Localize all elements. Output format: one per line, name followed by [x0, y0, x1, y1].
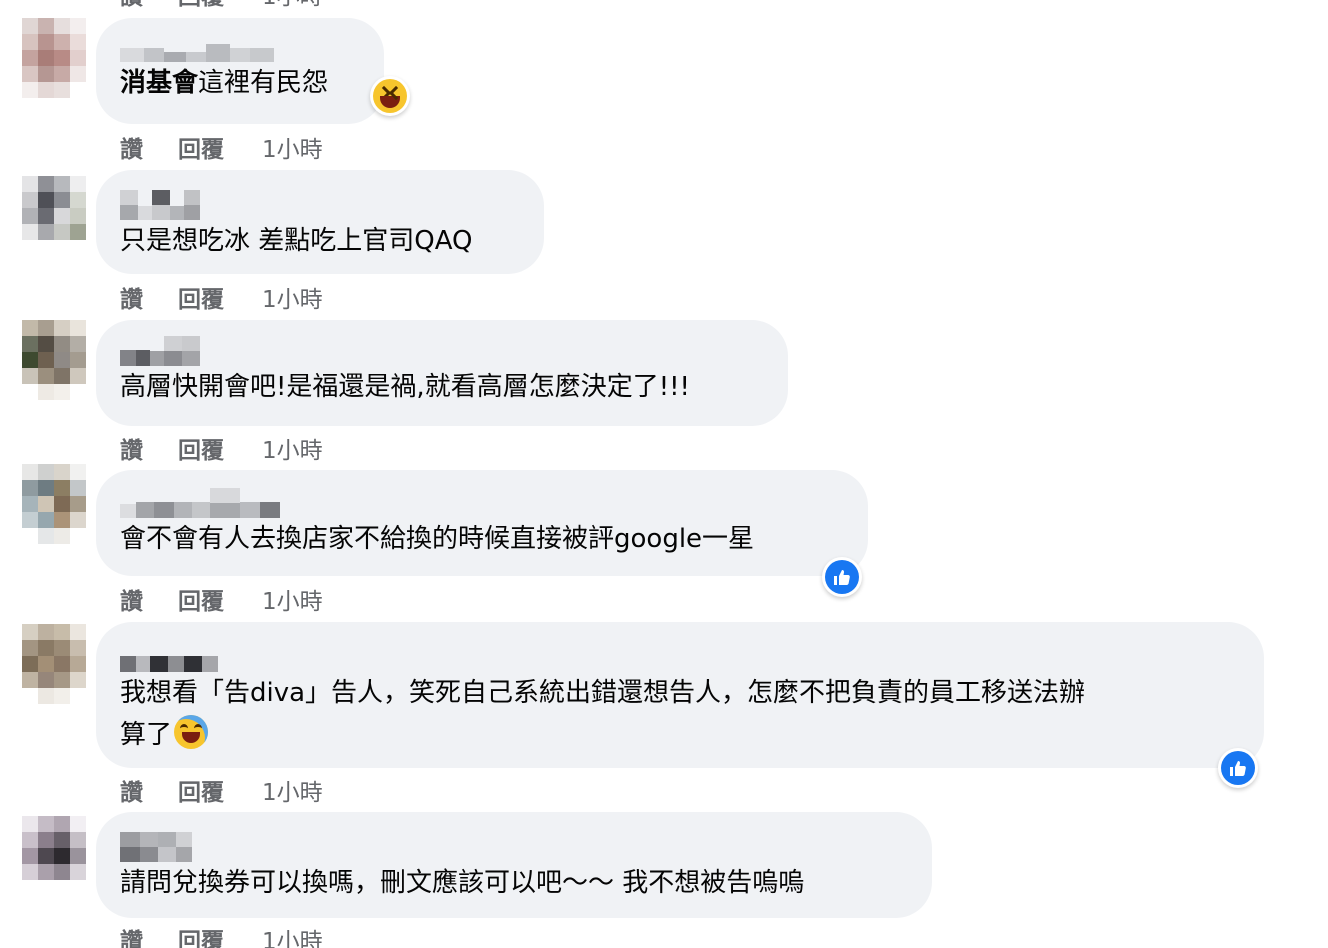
reply-link[interactable]: 回覆 [178, 0, 262, 11]
blurred-author-name[interactable] [120, 636, 1240, 672]
reply-link[interactable]: 回覆 [178, 130, 262, 164]
avatar[interactable] [22, 464, 86, 544]
avatar[interactable] [22, 320, 86, 400]
blurred-author-name[interactable] [120, 826, 908, 862]
mention-tag[interactable]: 消基會 [120, 68, 198, 98]
comment-text: 高層快開會吧!是福還是禍,就看高層怎麼決定了!!! [120, 372, 690, 402]
comment-bubble: 高層快開會吧!是福還是禍,就看高層怎麼決定了!!! [96, 320, 788, 426]
comment-text: 消基會這裡有民怨 [120, 68, 329, 98]
comment-actions: 讚 回覆 1小時 [120, 773, 323, 807]
previous-comment-actions: 讚 回覆 1小時 [120, 0, 323, 10]
like-link[interactable]: 讚 [120, 280, 178, 314]
blurred-author-name[interactable] [120, 334, 764, 366]
comment-text: 會不會有人去換店家不給換的時候直接被評google一星 [120, 524, 755, 554]
comment-bubble: 消基會這裡有民怨 [96, 18, 384, 124]
timestamp[interactable]: 1小時 [262, 582, 323, 616]
reply-link[interactable]: 回覆 [178, 773, 262, 807]
like-icon[interactable] [1218, 748, 1258, 788]
like-link[interactable]: 讚 [120, 922, 178, 948]
like-link[interactable]: 讚 [120, 0, 178, 11]
comment-actions: 讚 回覆 1小時 [120, 130, 323, 164]
like-link[interactable]: 讚 [120, 582, 178, 616]
comment-bubble: 請問兌換券可以換嗎，刪文應該可以吧～～ 我不想被告嗚嗚 [96, 812, 932, 918]
avatar[interactable] [22, 816, 86, 896]
reply-link[interactable]: 回覆 [178, 431, 262, 465]
comment-bubble: 會不會有人去換店家不給換的時候直接被評google一星 [96, 470, 868, 576]
comments-feed: 讚 回覆 1小時 消基會這裡有民怨 讚 回覆 1小時 [0, 0, 1328, 948]
comment-actions: 讚 回覆 1小時 [120, 582, 323, 616]
timestamp[interactable]: 1小時 [262, 431, 323, 465]
reply-link[interactable]: 回覆 [178, 280, 262, 314]
comment-actions: 讚 回覆 1小時 [120, 922, 323, 948]
comment-bubble: 只是想吃冰 差點吃上官司QAQ [96, 170, 544, 274]
comment-actions: 讚 回覆 1小時 [120, 431, 323, 465]
reply-link[interactable]: 回覆 [178, 922, 262, 948]
like-link[interactable]: 讚 [120, 431, 178, 465]
tears-of-joy-icon [174, 715, 209, 749]
blurred-author-name[interactable] [120, 32, 360, 62]
like-icon[interactable] [822, 557, 862, 597]
like-link[interactable]: 讚 [120, 773, 178, 807]
reply-link[interactable]: 回覆 [178, 582, 262, 616]
comment-text: 我想看「告diva」告人，笑死自己系統出錯還想告人，怎麼不把負責的員工移送法辦 … [120, 678, 1086, 750]
timestamp[interactable]: 1小時 [262, 130, 323, 164]
comment-text: 只是想吃冰 差點吃上官司QAQ [120, 226, 473, 256]
blurred-author-name[interactable] [120, 484, 844, 518]
comment-actions: 讚 回覆 1小時 [120, 280, 323, 314]
avatar[interactable] [22, 18, 86, 98]
timestamp[interactable]: 1小時 [262, 922, 323, 948]
timestamp[interactable]: 1小時 [262, 280, 323, 314]
timestamp[interactable]: 1小時 [262, 773, 323, 807]
avatar[interactable] [22, 176, 86, 240]
haha-icon[interactable] [370, 76, 410, 116]
like-link[interactable]: 讚 [120, 130, 178, 164]
comment-bubble: 我想看「告diva」告人，笑死自己系統出錯還想告人，怎麼不把負責的員工移送法辦 … [96, 622, 1264, 768]
blurred-author-name[interactable] [120, 184, 520, 220]
timestamp[interactable]: 1小時 [262, 0, 323, 11]
avatar[interactable] [22, 624, 86, 704]
comment-text: 請問兌換券可以換嗎，刪文應該可以吧～～ 我不想被告嗚嗚 [120, 868, 805, 898]
